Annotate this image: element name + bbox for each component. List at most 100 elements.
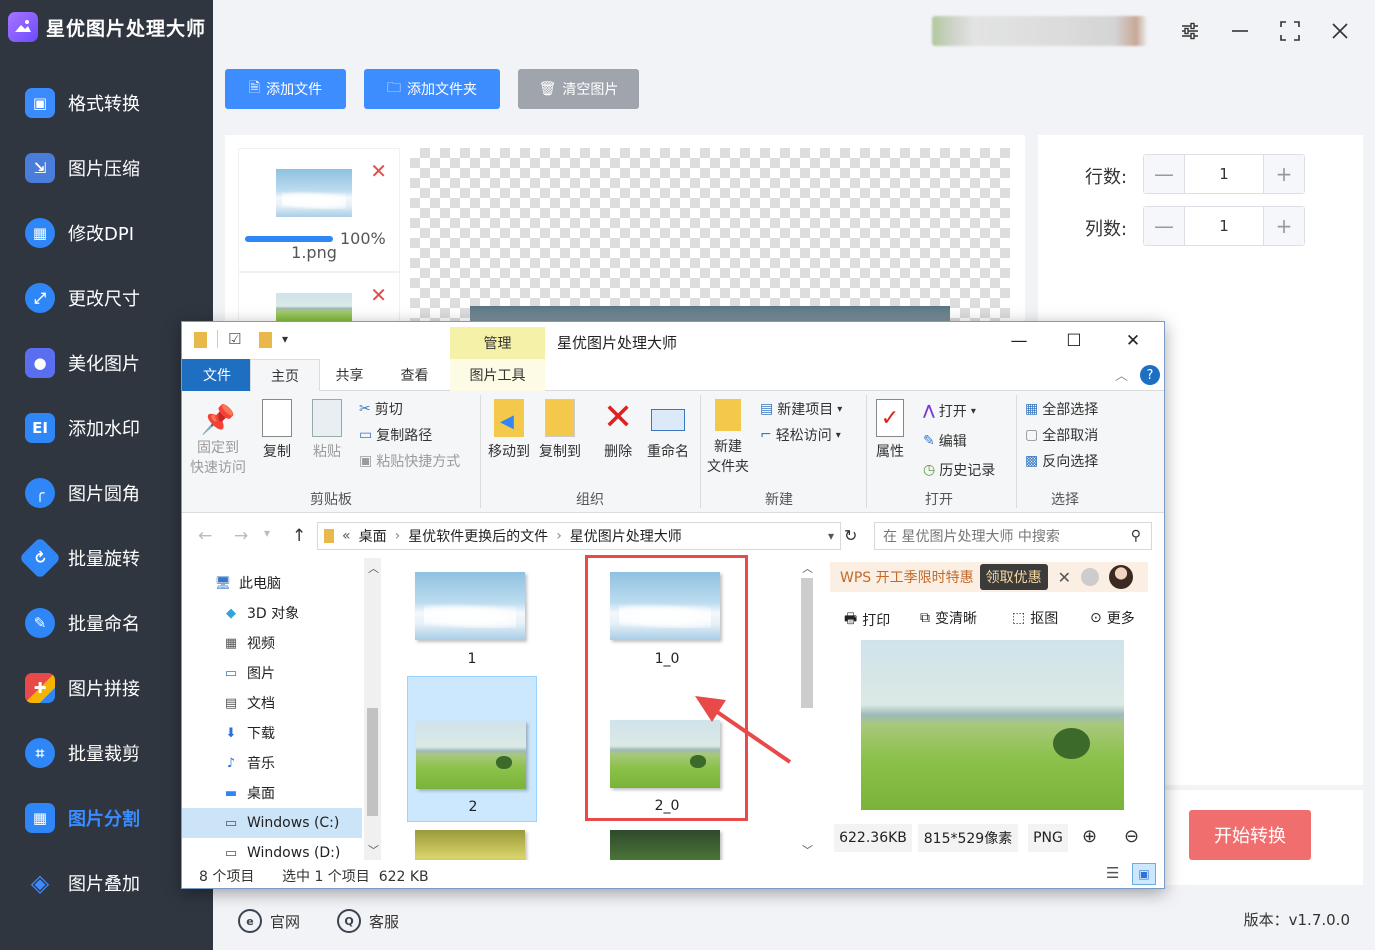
breadcrumb-current[interactable]: 星优图片处理大师 [570,526,682,546]
quick-access-properties-icon[interactable]: ☑ [217,330,241,348]
move-to-button[interactable]: ◀ 移动到 [488,399,530,461]
minimize-icon[interactable] [1225,16,1255,46]
tab-view[interactable]: 查看 [387,359,442,391]
details-view-icon[interactable]: ☰ [1106,864,1119,882]
support-link[interactable]: Q 客服 [337,909,399,933]
tree-item-videos[interactable]: ▦ 视频 [182,628,362,658]
rows-increment-button[interactable]: + [1264,155,1304,193]
print-button[interactable]: 🖶 打印 [844,608,890,632]
tree-item-documents[interactable]: ▤ 文档 [182,688,362,718]
file-thumbnail[interactable] [415,830,525,860]
add-folder-button[interactable]: 🗀 添加文件夹 [364,69,500,109]
tab-home[interactable]: 主页 [250,359,320,392]
website-link[interactable]: e 官网 [238,909,300,933]
file-card[interactable]: ✕ 100% 1.png [238,148,400,272]
scroll-up-icon[interactable]: ︿ [368,560,379,576]
history-button[interactable]: ◷ 历史记录 [923,460,995,480]
zoom-in-icon[interactable]: ⊕ [1082,826,1097,847]
close-icon[interactable]: ✕ [1058,568,1071,587]
copy-button[interactable]: 复制 [262,399,292,461]
cols-input[interactable]: 1 [1184,207,1264,245]
tree-item-drive-d[interactable]: ▭ Windows (D:) [182,838,362,860]
tree-item-drive-c[interactable]: ▭ Windows (C:) [182,808,362,838]
files-scrollbar[interactable]: ︿ ﹀ [797,558,817,860]
rows-input[interactable]: 1 [1184,155,1264,193]
tree-item-downloads[interactable]: ⬇ 下载 [182,718,362,748]
tree-item-3d-objects[interactable]: ◆ 3D 对象 [182,598,362,628]
remove-file-icon[interactable]: ✕ [370,159,387,183]
forward-arrow-icon[interactable]: → [234,526,248,546]
pin-quick-access-button[interactable]: 📌 固定到 快速访问 [190,403,246,478]
tree-item-desktop[interactable]: ▬ 桌面 [182,778,362,808]
easy-access-button[interactable]: ⌐ 轻松访问 ▾ [760,425,841,445]
avatar[interactable] [1109,565,1134,589]
select-all-button[interactable]: ▦ 全部选择 [1025,399,1098,419]
explorer-minimize-icon[interactable]: — [999,328,1039,354]
open-button[interactable]: ⋀ 打开 ▾ [923,401,976,421]
refresh-icon[interactable]: ↻ [844,526,857,545]
remove-file-icon[interactable]: ✕ [370,283,387,307]
tree-item-this-pc[interactable]: 🖥 此电脑 [182,568,362,598]
new-folder-button[interactable]: 新建 文件夹 [707,399,749,477]
search-input[interactable]: 在 星优图片处理大师 中搜索 ⚲ [874,522,1152,550]
select-none-button[interactable]: ▢ 全部取消 [1025,425,1098,445]
new-folder-quick-icon[interactable] [259,332,272,348]
tree-scroll-thumb[interactable] [367,708,378,816]
file-thumbnail[interactable] [610,830,720,860]
settings-sliders-icon[interactable] [1175,16,1205,46]
paste-shortcut-button[interactable]: ▣ 粘贴快捷方式 [359,451,460,471]
tab-picture-tools[interactable]: 图片工具 [450,359,545,391]
copy-to-button[interactable]: 复制到 [539,399,581,461]
tree-item-music[interactable]: ♪ 音乐 [182,748,362,778]
recent-dropdown-icon[interactable]: ▾ [264,526,270,540]
file-card[interactable]: ✕ [238,272,400,328]
delete-button[interactable]: ✕ 删除 [603,399,633,461]
rename-button[interactable]: 重命名 [647,399,689,461]
edit-button[interactable]: ✎ 编辑 [923,431,967,451]
add-file-button[interactable]: 🗎 添加文件 [225,69,346,109]
collapse-ribbon-icon[interactable]: ︿ [1115,365,1128,384]
scroll-up-icon[interactable]: ︿ [802,560,813,576]
rows-decrement-button[interactable]: — [1144,155,1184,193]
chevron-down-icon[interactable]: ▾ [828,529,834,543]
help-icon[interactable]: ? [1140,365,1160,385]
tree-scrollbar[interactable]: ︿ ﹀ [364,558,381,860]
address-input[interactable]: « 桌面 › 星优软件更换后的文件 › 星优图片处理大师 ▾ [317,522,841,550]
explorer-maximize-icon[interactable]: ☐ [1054,328,1094,354]
new-item-button[interactable]: ▤ 新建项目 ▾ [760,399,842,419]
start-convert-button[interactable]: 开始转换 [1189,810,1311,860]
cut-button[interactable]: ✂ 剪切 [359,399,403,419]
close-icon[interactable] [1325,16,1355,46]
back-arrow-icon[interactable]: ← [198,526,212,546]
manage-tab[interactable]: 管理 [450,327,545,359]
cols-increment-button[interactable]: + [1264,207,1304,245]
tab-file[interactable]: 文件 [182,359,252,391]
cols-decrement-button[interactable]: — [1144,207,1184,245]
explorer-close-icon[interactable]: ✕ [1113,328,1153,354]
more-button[interactable]: ⊙ 更多 [1090,608,1135,628]
file-tile-selected[interactable]: 2 [407,676,537,822]
user-account-avatar[interactable] [932,16,1147,46]
scroll-down-icon[interactable]: ﹀ [368,842,379,858]
breadcrumb-desktop[interactable]: 桌面 [359,526,387,546]
copy-path-button[interactable]: ▭ 复制路径 [359,425,432,445]
wps-promo-banner[interactable]: WPS 开工季限时特惠 领取优惠 ✕ [830,562,1148,592]
properties-button[interactable]: ✓ 属性 [876,399,904,461]
tab-share[interactable]: 共享 [322,359,377,391]
zoom-out-icon[interactable]: ⊖ [1124,826,1139,847]
sidebar-item-format-convert[interactable]: ▣ 格式转换 [0,70,213,135]
paste-button[interactable]: 粘贴 [312,399,342,461]
up-arrow-icon[interactable]: ↑ [292,526,306,546]
invert-selection-button[interactable]: ▩ 反向选择 [1025,451,1098,471]
files-scroll-thumb[interactable] [801,578,813,708]
large-icons-view-icon[interactable]: ▣ [1132,863,1156,885]
enhance-button[interactable]: ⧉ 变清晰 [920,608,977,628]
customize-toolbar-icon[interactable]: ▾ [282,332,288,346]
wps-claim-button[interactable]: 领取优惠 [979,564,1048,590]
scroll-down-icon[interactable]: ﹀ [802,842,813,858]
sidebar-item-compress[interactable]: ⇲ 图片压缩 [0,135,213,200]
breadcrumb-folder[interactable]: 星优软件更换后的文件 [408,526,548,546]
clear-images-button[interactable]: 🗑 清空图片 [518,69,639,109]
tree-item-pictures[interactable]: ▭ 图片 [182,658,362,688]
cutout-button[interactable]: ⬚ 抠图 [1012,608,1058,628]
